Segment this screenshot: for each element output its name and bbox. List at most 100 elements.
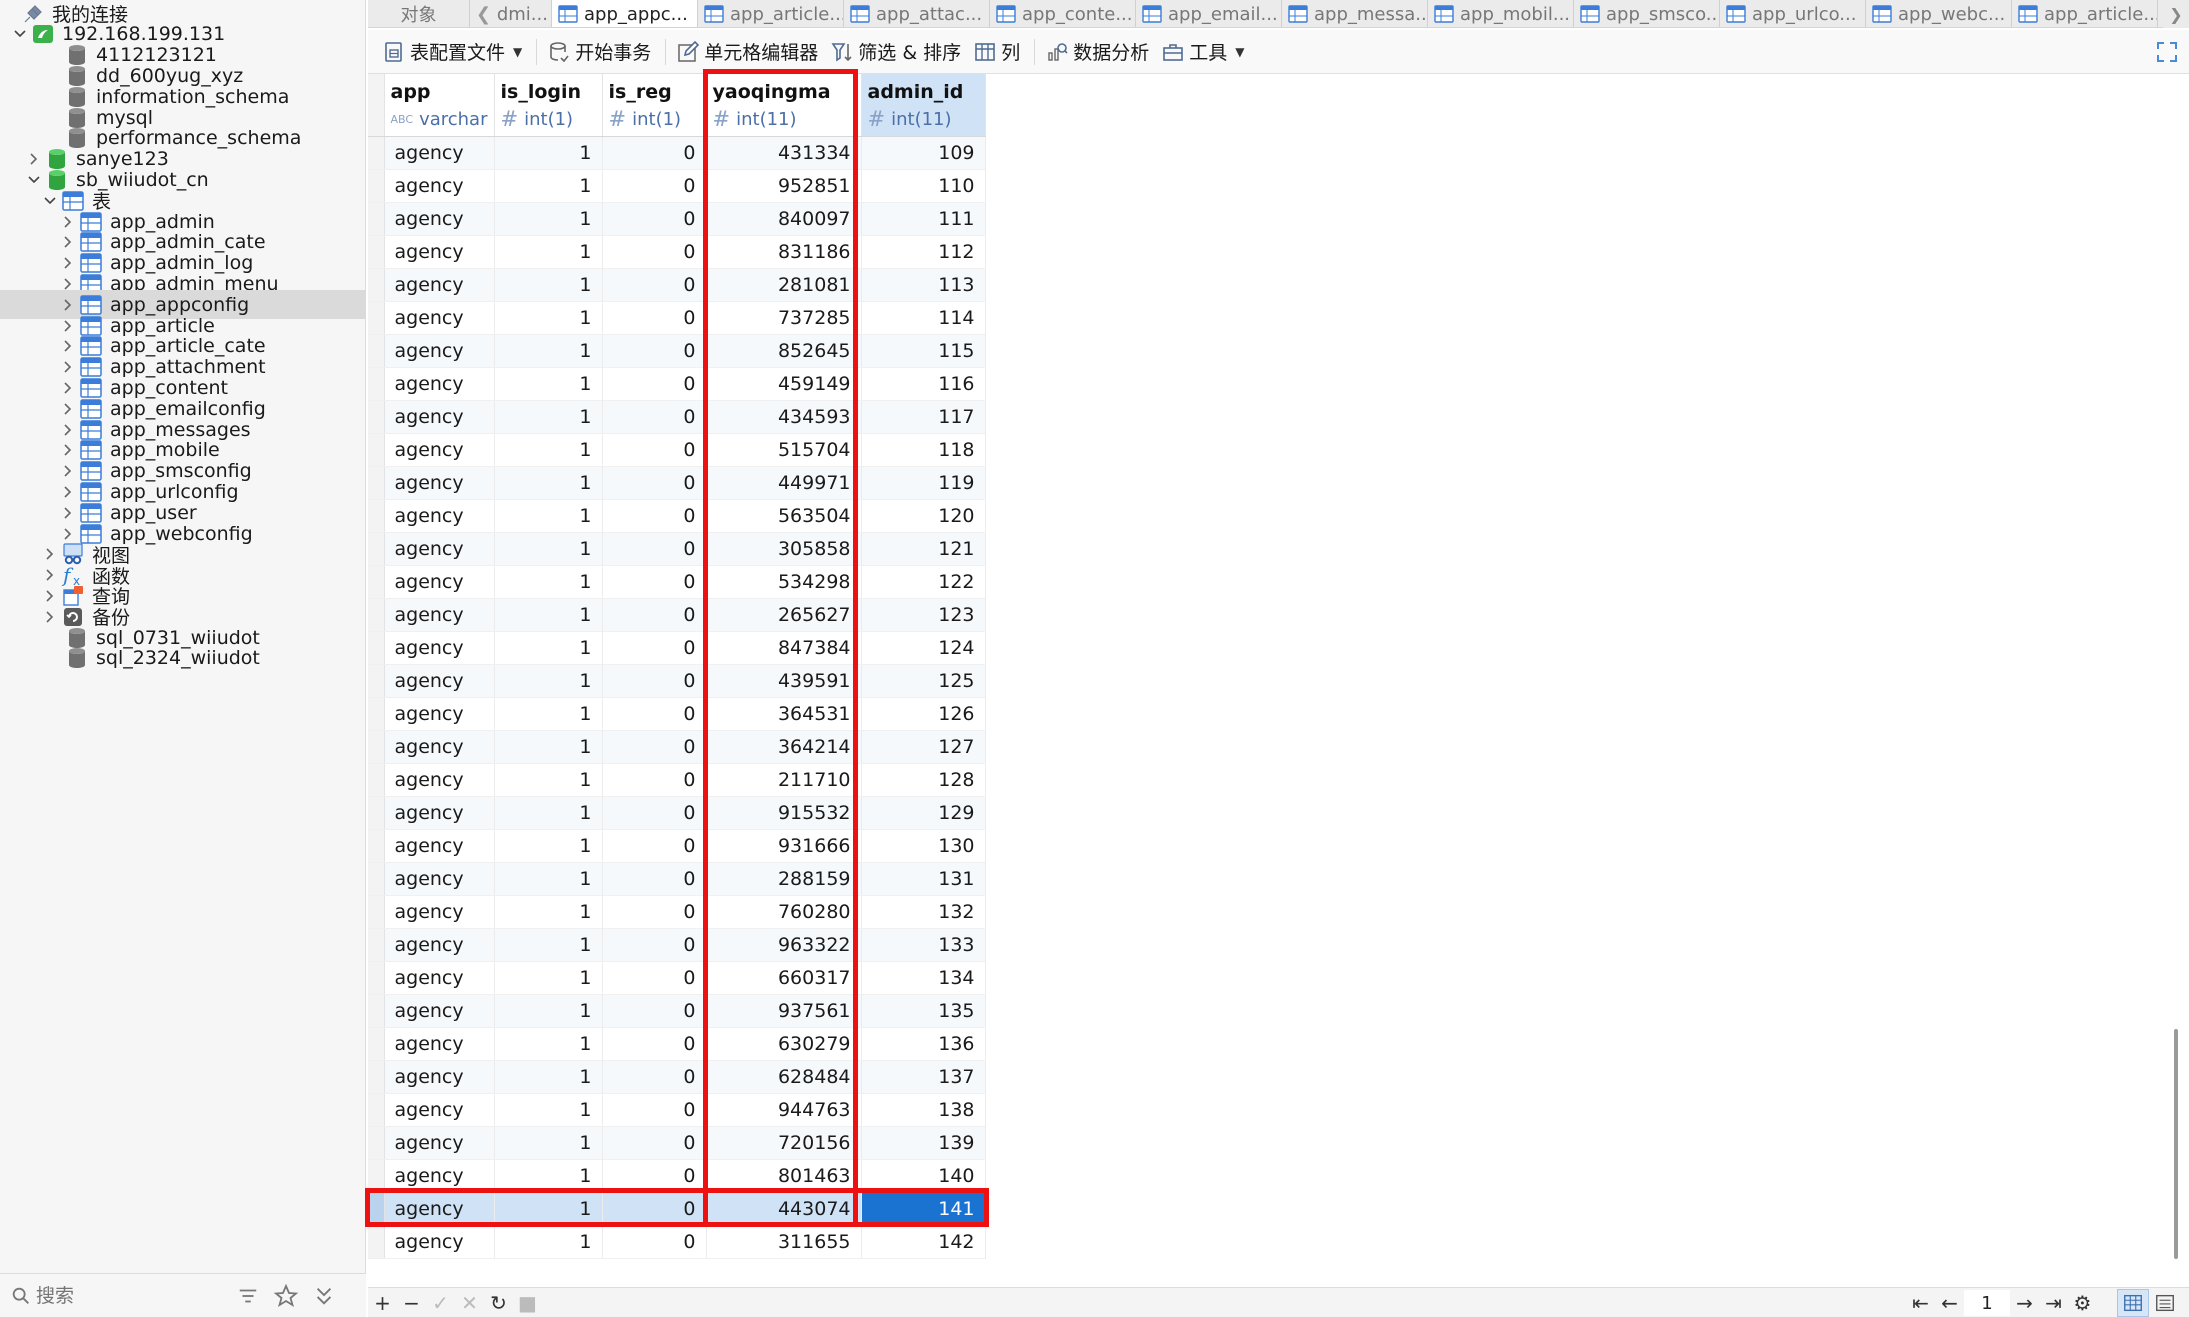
- cell-yaoqingma[interactable]: 760280: [706, 895, 862, 929]
- cell-is_reg[interactable]: 0: [602, 598, 707, 632]
- delete-record-button[interactable]: −: [397, 1289, 426, 1317]
- cell-admin_id[interactable]: 110: [861, 169, 986, 203]
- cell-app[interactable]: agency: [384, 664, 495, 698]
- cell-is_reg[interactable]: 0: [602, 730, 707, 764]
- table-row[interactable]: agency 1 0 449971 119: [368, 466, 986, 500]
- cell-is_login[interactable]: 1: [494, 1027, 603, 1061]
- cell-is_login[interactable]: 1: [494, 1225, 603, 1259]
- cell-is_reg[interactable]: 0: [602, 169, 707, 203]
- tab-2[interactable]: app_article...: [698, 0, 844, 27]
- tab-11[interactable]: app_article...: [2012, 0, 2158, 27]
- cell-is_login[interactable]: 1: [494, 334, 603, 368]
- cell-is_login[interactable]: 1: [494, 829, 603, 863]
- cell-is_reg[interactable]: 0: [602, 433, 707, 467]
- begin-transaction-button[interactable]: 开始事务: [543, 34, 659, 70]
- cell-yaoqingma[interactable]: 847384: [706, 631, 862, 665]
- cell-is_reg[interactable]: 0: [602, 400, 707, 434]
- cell-is_login[interactable]: 1: [494, 763, 603, 797]
- cell-yaoqingma[interactable]: 311655: [706, 1225, 862, 1259]
- cell-is_login[interactable]: 1: [494, 862, 603, 896]
- column-header-is_reg[interactable]: is_reg # int(1): [602, 74, 707, 137]
- row-header[interactable]: [368, 763, 385, 797]
- cell-is_reg[interactable]: 0: [602, 202, 707, 236]
- tab-4[interactable]: app_conte...: [990, 0, 1136, 27]
- row-header[interactable]: [368, 433, 385, 467]
- table-row[interactable]: agency 1 0 211710 128: [368, 763, 986, 797]
- cell-is_reg[interactable]: 0: [602, 994, 707, 1028]
- cell-app[interactable]: agency: [384, 796, 495, 830]
- stop-button[interactable]: ■: [513, 1289, 542, 1317]
- collapse-icon[interactable]: [312, 1284, 336, 1308]
- page-number-input[interactable]: [1964, 1290, 2010, 1316]
- cell-app[interactable]: agency: [384, 730, 495, 764]
- cell-yaoqingma[interactable]: 449971: [706, 466, 862, 500]
- columns-button[interactable]: 列: [969, 34, 1028, 70]
- row-header[interactable]: [368, 268, 385, 302]
- table-row[interactable]: agency 1 0 963322 133: [368, 928, 986, 962]
- cell-is_login[interactable]: 1: [494, 367, 603, 401]
- first-page-button[interactable]: ⇤: [1906, 1289, 1935, 1317]
- table-row[interactable]: agency 1 0 431334 109: [368, 136, 986, 170]
- cell-admin_id[interactable]: 127: [861, 730, 986, 764]
- cell-yaoqingma[interactable]: 439591: [706, 664, 862, 698]
- cell-is_login[interactable]: 1: [494, 664, 603, 698]
- row-header[interactable]: [368, 367, 385, 401]
- tab-3[interactable]: app_attac...: [844, 0, 990, 27]
- cell-is_login[interactable]: 1: [494, 1192, 603, 1226]
- cell-is_login[interactable]: 1: [494, 1126, 603, 1160]
- cell-yaoqingma[interactable]: 931666: [706, 829, 862, 863]
- cell-yaoqingma[interactable]: 364531: [706, 697, 862, 731]
- cell-yaoqingma[interactable]: 431334: [706, 136, 862, 170]
- table-row[interactable]: agency 1 0 434593 117: [368, 400, 986, 434]
- cell-yaoqingma[interactable]: 281081: [706, 268, 862, 302]
- cell-yaoqingma[interactable]: 737285: [706, 301, 862, 335]
- cell-is_reg[interactable]: 0: [602, 1027, 707, 1061]
- cell-is_login[interactable]: 1: [494, 796, 603, 830]
- cell-app[interactable]: agency: [384, 862, 495, 896]
- cell-yaoqingma[interactable]: 364214: [706, 730, 862, 764]
- row-header[interactable]: [368, 565, 385, 599]
- cell-admin_id[interactable]: 120: [861, 499, 986, 533]
- cell-app[interactable]: agency: [384, 433, 495, 467]
- row-header[interactable]: [368, 664, 385, 698]
- cell-is_reg[interactable]: 0: [602, 268, 707, 302]
- column-header-is_login[interactable]: is_login # int(1): [494, 74, 603, 137]
- apply-changes-button[interactable]: ✓: [426, 1289, 455, 1317]
- cell-is_reg[interactable]: 0: [602, 1060, 707, 1094]
- cell-app[interactable]: agency: [384, 499, 495, 533]
- cell-is_login[interactable]: 1: [494, 169, 603, 203]
- cell-is_reg[interactable]: 0: [602, 1192, 707, 1226]
- cell-is_login[interactable]: 1: [494, 268, 603, 302]
- cell-admin_id[interactable]: 126: [861, 697, 986, 731]
- cell-app[interactable]: agency: [384, 334, 495, 368]
- cell-app[interactable]: agency: [384, 235, 495, 269]
- row-header[interactable]: [368, 631, 385, 665]
- cell-admin_id[interactable]: 112: [861, 235, 986, 269]
- expand-icon[interactable]: [2155, 40, 2179, 64]
- table-row[interactable]: agency 1 0 439591 125: [368, 664, 986, 698]
- cell-admin_id[interactable]: 115: [861, 334, 986, 368]
- cell-yaoqingma[interactable]: 840097: [706, 202, 862, 236]
- row-header[interactable]: [368, 1159, 385, 1193]
- cell-is_login[interactable]: 1: [494, 631, 603, 665]
- cell-admin_id[interactable]: 122: [861, 565, 986, 599]
- cell-admin_id[interactable]: 131: [861, 862, 986, 896]
- cell-is_reg[interactable]: 0: [602, 763, 707, 797]
- cell-yaoqingma[interactable]: 305858: [706, 532, 862, 566]
- cell-yaoqingma[interactable]: 630279: [706, 1027, 862, 1061]
- cell-app[interactable]: agency: [384, 466, 495, 500]
- cell-is_login[interactable]: 1: [494, 565, 603, 599]
- cell-is_login[interactable]: 1: [494, 1159, 603, 1193]
- row-header[interactable]: [368, 136, 385, 170]
- cell-yaoqingma[interactable]: 434593: [706, 400, 862, 434]
- cell-is_login[interactable]: 1: [494, 928, 603, 962]
- cell-admin_id[interactable]: 117: [861, 400, 986, 434]
- vertical-scrollbar[interactable]: [2167, 74, 2185, 1288]
- cell-yaoqingma[interactable]: 265627: [706, 598, 862, 632]
- cell-is_reg[interactable]: 0: [602, 301, 707, 335]
- previous-page-button[interactable]: ←: [1935, 1289, 1964, 1317]
- cell-is_reg[interactable]: 0: [602, 697, 707, 731]
- cell-admin_id[interactable]: 118: [861, 433, 986, 467]
- cell-admin_id[interactable]: 141: [861, 1192, 986, 1226]
- cell-is_login[interactable]: 1: [494, 400, 603, 434]
